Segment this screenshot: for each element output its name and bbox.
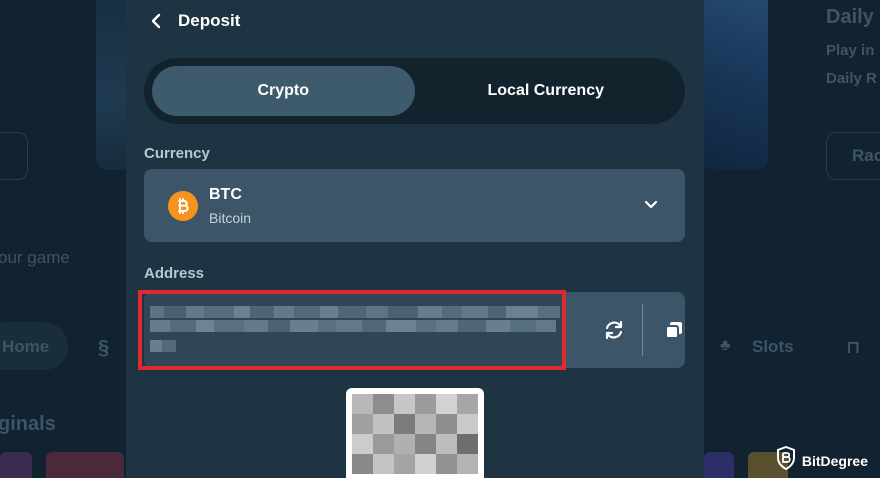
background-nav-icon: ⊓ [846, 337, 861, 357]
background-slots-label: Slots [752, 337, 794, 356]
deposit-tabs: Crypto Local Currency [144, 58, 685, 124]
background-button-label: Rac [852, 146, 880, 165]
slots-icon: ♣ [720, 337, 731, 354]
qr-code-pixelated [352, 394, 478, 474]
modal-header: Deposit [148, 8, 240, 34]
chevron-left-icon[interactable] [148, 13, 164, 29]
background-your-game: our game [0, 248, 70, 267]
watermark-text: BitDegree [801, 452, 868, 469]
address-value-obscured[interactable] [144, 292, 566, 368]
currency-select[interactable]: BTC Bitcoin [144, 169, 685, 242]
currency-info: BTC Bitcoin [209, 186, 251, 226]
tab-crypto[interactable]: Crypto [152, 66, 415, 116]
bitdegree-watermark: BitDegree [776, 445, 868, 475]
address-label: Address [144, 265, 205, 282]
background-thumbnail [704, 452, 734, 478]
background-daily-sub: Play in [826, 42, 875, 59]
pixelated-address-line [150, 340, 176, 352]
qr-code [346, 388, 484, 478]
divider [642, 304, 643, 356]
chevron-down-icon [643, 197, 659, 218]
background-nav-icon: § [98, 337, 110, 359]
bitdegree-logo-icon [776, 445, 796, 475]
currency-name: Bitcoin [209, 209, 252, 226]
background-home-label: Home [2, 337, 50, 356]
currency-label: Currency [144, 145, 210, 162]
deposit-modal: Deposit Crypto Local Currency Currency B… [126, 0, 704, 478]
currency-code: BTC [209, 185, 242, 203]
page-title: Deposit [178, 11, 241, 30]
address-field [144, 292, 685, 368]
background-daily-sub: Daily R [826, 70, 877, 87]
background-game-card [700, 0, 768, 170]
pixelated-address-line [150, 320, 556, 332]
tab-local-currency[interactable]: Local Currency [415, 66, 678, 116]
refresh-icon[interactable] [592, 308, 636, 352]
background-thumbnail [46, 452, 124, 478]
copy-icon[interactable] [652, 308, 696, 352]
background-daily-title: Daily [826, 6, 874, 28]
bitcoin-icon [168, 190, 198, 221]
pixelated-address-line [150, 306, 560, 318]
background-button [0, 132, 28, 180]
background-originals-label: ginals [0, 413, 56, 435]
background-thumbnail [0, 452, 32, 478]
